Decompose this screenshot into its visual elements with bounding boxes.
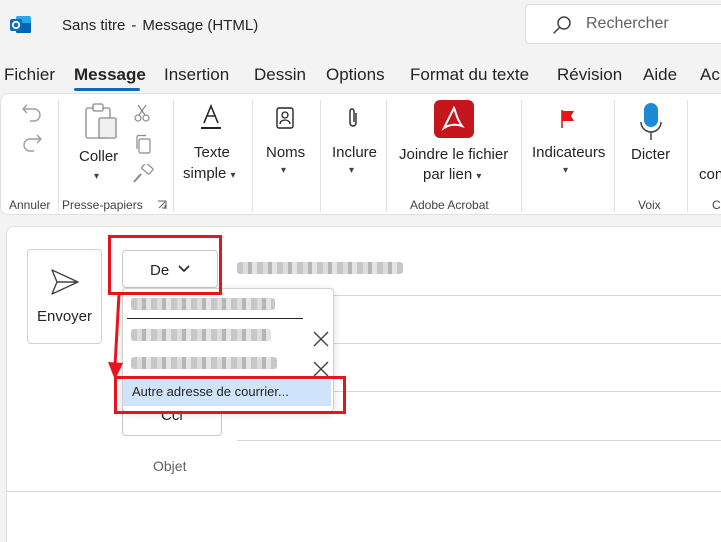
ribbon-separator <box>614 100 615 212</box>
tab-message[interactable]: Message <box>74 65 146 85</box>
text-style-label-text: simple <box>183 165 227 182</box>
annotation-arrow-icon <box>108 293 123 380</box>
document-title: Sans titre <box>62 17 126 34</box>
flags-chevron-icon[interactable]: ▾ <box>563 165 568 176</box>
ribbon-separator <box>173 100 174 212</box>
undo-icon[interactable] <box>21 102 43 122</box>
text-style-label-line2[interactable]: simple ▾ <box>183 165 236 182</box>
send-icon <box>51 269 79 295</box>
tab-format-du-texte[interactable]: Format du texte <box>410 65 529 85</box>
send-button[interactable]: Envoyer <box>27 249 102 344</box>
include-label[interactable]: Inclure <box>332 144 377 161</box>
text-style-icon[interactable] <box>199 104 223 130</box>
include-chevron-icon[interactable]: ▾ <box>349 165 354 176</box>
ribbon-separator <box>320 100 321 212</box>
annotation-highlight-from <box>108 235 222 295</box>
group-label-voix: Voix <box>638 198 661 212</box>
ribbon-separator <box>386 100 387 212</box>
dropdown-address-redacted-2[interactable] <box>131 357 277 369</box>
acrobat-label-text: par lien <box>423 166 473 183</box>
remove-address-2-close-icon[interactable] <box>313 361 329 377</box>
search-icon <box>553 16 571 34</box>
format-painter-icon[interactable] <box>132 164 154 184</box>
tab-aide[interactable]: Aide <box>643 65 677 85</box>
title-separator: - <box>131 17 137 34</box>
names-chevron-icon[interactable]: ▾ <box>281 165 286 176</box>
annotation-highlight-other-address <box>114 376 346 414</box>
ribbon-separator <box>521 100 522 212</box>
ribbon: Annuler Coller ▾ Presse-papiers Texte si… <box>0 93 721 215</box>
tab-acrobat-partial[interactable]: Acr <box>700 65 721 85</box>
flag-icon[interactable] <box>559 108 577 130</box>
tab-dessin[interactable]: Dessin <box>254 65 306 85</box>
redo-icon[interactable] <box>21 132 43 152</box>
acrobat-label-line2[interactable]: par lien ▾ <box>423 166 481 183</box>
acrobat-label-line1[interactable]: Joindre le fichier <box>399 146 508 163</box>
document-type: Message (HTML) <box>142 17 259 34</box>
dropdown-divider <box>127 318 303 319</box>
body-separator-line <box>6 491 721 492</box>
ribbon-separator <box>252 100 253 212</box>
names-label[interactable]: Noms <box>266 144 305 161</box>
group-label-presse-papiers: Presse-papiers <box>62 198 143 212</box>
paste-icon[interactable] <box>83 102 119 140</box>
chevron-down-icon: ▾ <box>476 171 482 182</box>
copy-icon[interactable] <box>134 134 152 154</box>
group-label-adobe-acrobat: Adobe Acrobat <box>410 198 489 212</box>
search-placeholder: Rechercher <box>586 15 669 32</box>
menu-bar: Fichier Message Insertion Dessin Options… <box>0 60 721 91</box>
search-box[interactable]: Rechercher <box>525 4 721 44</box>
dropdown-account-redacted[interactable] <box>131 298 275 310</box>
ribbon-separator <box>687 100 688 212</box>
paste-chevron-icon[interactable]: ▾ <box>94 171 99 182</box>
tab-insertion[interactable]: Insertion <box>164 65 229 85</box>
send-label: Envoyer <box>36 308 93 325</box>
subject-field-line <box>237 440 721 441</box>
subject-label: Objet <box>153 458 187 474</box>
microphone-icon[interactable] <box>638 102 664 142</box>
tab-fichier[interactable]: Fichier <box>4 65 55 85</box>
dropdown-address-redacted-1[interactable] <box>131 329 271 341</box>
tab-options[interactable]: Options <box>326 65 385 85</box>
partial-group-label: C <box>712 198 721 212</box>
ribbon-separator <box>58 100 59 212</box>
partial-ribbon-label[interactable]: con <box>699 166 721 183</box>
title-bar: Sans titre - Message (HTML) Rechercher <box>0 0 721 52</box>
adobe-acrobat-icon[interactable] <box>434 100 474 138</box>
address-book-icon[interactable] <box>275 106 295 130</box>
paste-label[interactable]: Coller <box>79 148 118 165</box>
dialog-launcher-icon[interactable] <box>157 200 167 210</box>
cut-icon[interactable] <box>134 104 150 122</box>
remove-address-1-close-icon[interactable] <box>313 331 329 347</box>
flags-label[interactable]: Indicateurs <box>532 144 605 161</box>
window-title: Sans titre - Message (HTML) <box>62 17 258 34</box>
group-label-annuler: Annuler <box>9 198 51 212</box>
dictate-label[interactable]: Dicter <box>631 146 670 163</box>
chevron-down-icon: ▾ <box>230 170 236 181</box>
paperclip-icon[interactable] <box>346 106 360 130</box>
outlook-app-icon <box>10 16 31 33</box>
from-address-redacted <box>237 262 403 274</box>
tab-revision[interactable]: Révision <box>557 65 622 85</box>
active-tab-indicator <box>74 88 140 91</box>
text-style-label-line1[interactable]: Texte <box>194 144 230 161</box>
